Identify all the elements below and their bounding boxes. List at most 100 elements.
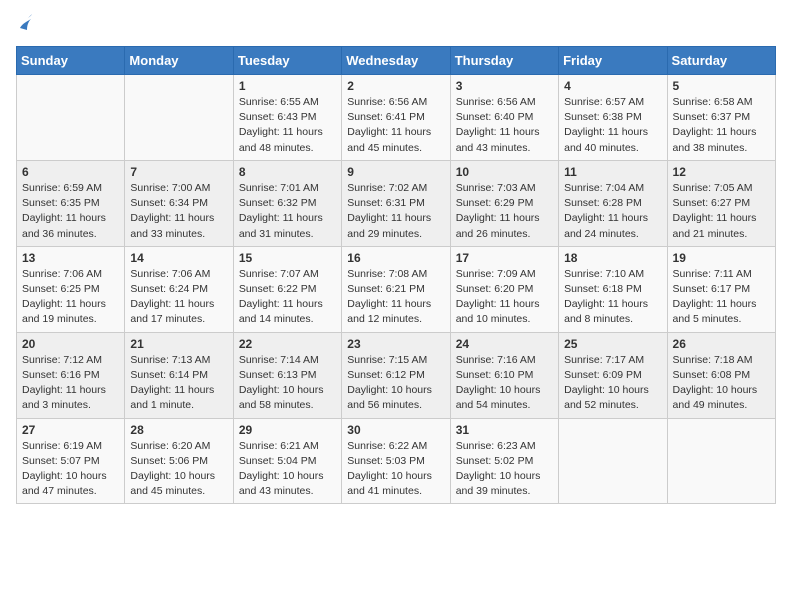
day-number: 8	[239, 165, 336, 179]
weekday-header-thursday: Thursday	[450, 47, 558, 75]
day-number: 31	[456, 423, 553, 437]
day-number: 19	[673, 251, 770, 265]
calendar-cell: 1Sunrise: 6:55 AMSunset: 6:43 PMDaylight…	[233, 75, 341, 161]
day-number: 21	[130, 337, 227, 351]
day-number: 11	[564, 165, 661, 179]
weekday-header-saturday: Saturday	[667, 47, 775, 75]
day-number: 12	[673, 165, 770, 179]
weekday-header-friday: Friday	[559, 47, 667, 75]
day-number: 7	[130, 165, 227, 179]
day-info: Sunrise: 7:18 AMSunset: 6:08 PMDaylight:…	[673, 353, 770, 414]
calendar-cell: 15 Sunrise: 7:07 AMSunset: 6:22 PMDayligh…	[233, 246, 341, 332]
calendar-cell: 6 Sunrise: 6:59 AMSunset: 6:35 PMDaylight…	[17, 160, 125, 246]
day-number: 15	[239, 251, 336, 265]
day-info: Sunrise: 7:11 AMSunset: 6:17 PMDaylight:…	[673, 267, 770, 328]
calendar-cell: 5Sunrise: 6:58 AMSunset: 6:37 PMDaylight…	[667, 75, 775, 161]
calendar-cell: 22 Sunrise: 7:14 AMSunset: 6:13 PMDayligh…	[233, 332, 341, 418]
calendar-cell: 21 Sunrise: 7:13 AMSunset: 6:14 PMDayligh…	[125, 332, 233, 418]
weekday-header-monday: Monday	[125, 47, 233, 75]
day-number: 10	[456, 165, 553, 179]
calendar-cell: 14Sunrise: 7:06 AMSunset: 6:24 PMDayligh…	[125, 246, 233, 332]
calendar-cell: 28 Sunrise: 6:20 AMSunset: 5:06 PMDayligh…	[125, 418, 233, 504]
calendar-cell: 17 Sunrise: 7:09 AMSunset: 6:20 PMDayligh…	[450, 246, 558, 332]
day-info: Sunrise: 7:13 AMSunset: 6:14 PMDaylight:…	[130, 353, 227, 414]
day-info: Sunrise: 7:06 AMSunset: 6:25 PMDaylight:…	[22, 267, 119, 328]
day-info: Sunrise: 7:04 AMSunset: 6:28 PMDaylight:…	[564, 181, 661, 242]
day-info: Sunrise: 7:14 AMSunset: 6:13 PMDaylight:…	[239, 353, 336, 414]
day-info: Sunrise: 7:00 AMSunset: 6:34 PMDaylight:…	[130, 181, 227, 242]
day-info: Sunrise: 7:10 AMSunset: 6:18 PMDaylight:…	[564, 267, 661, 328]
day-number: 13	[22, 251, 119, 265]
calendar-week-1: 1Sunrise: 6:55 AMSunset: 6:43 PMDaylight…	[17, 75, 776, 161]
day-number: 18	[564, 251, 661, 265]
calendar-cell: 27Sunrise: 6:19 AMSunset: 5:07 PMDayligh…	[17, 418, 125, 504]
calendar-cell: 25 Sunrise: 7:17 AMSunset: 6:09 PMDayligh…	[559, 332, 667, 418]
day-info: Sunrise: 6:19 AMSunset: 5:07 PMDaylight:…	[22, 439, 119, 500]
day-number: 28	[130, 423, 227, 437]
calendar-cell: 19 Sunrise: 7:11 AMSunset: 6:17 PMDayligh…	[667, 246, 775, 332]
weekday-header-tuesday: Tuesday	[233, 47, 341, 75]
calendar-cell: 13 Sunrise: 7:06 AMSunset: 6:25 PMDayligh…	[17, 246, 125, 332]
day-info: Sunrise: 7:02 AMSunset: 6:31 PMDaylight:…	[347, 181, 444, 242]
calendar-week-4: 20 Sunrise: 7:12 AMSunset: 6:16 PMDayligh…	[17, 332, 776, 418]
calendar-cell: 18 Sunrise: 7:10 AMSunset: 6:18 PMDayligh…	[559, 246, 667, 332]
day-number: 23	[347, 337, 444, 351]
calendar-cell: 8 Sunrise: 7:01 AMSunset: 6:32 PMDaylight…	[233, 160, 341, 246]
day-info: Sunrise: 7:05 AMSunset: 6:27 PMDaylight:…	[673, 181, 770, 242]
day-info: Sunrise: 7:01 AMSunset: 6:32 PMDaylight:…	[239, 181, 336, 242]
calendar-cell: 16Sunrise: 7:08 AMSunset: 6:21 PMDayligh…	[342, 246, 450, 332]
day-info: Sunrise: 6:23 AMSunset: 5:02 PMDaylight:…	[456, 439, 553, 500]
logo	[16, 16, 32, 34]
calendar-cell: 4 Sunrise: 6:57 AMSunset: 6:38 PMDaylight…	[559, 75, 667, 161]
calendar-cell: 30 Sunrise: 6:22 AMSunset: 5:03 PMDayligh…	[342, 418, 450, 504]
calendar-cell: 31 Sunrise: 6:23 AMSunset: 5:02 PMDayligh…	[450, 418, 558, 504]
day-info: Sunrise: 7:17 AMSunset: 6:09 PMDaylight:…	[564, 353, 661, 414]
day-number: 22	[239, 337, 336, 351]
logo-bird-icon	[18, 14, 32, 32]
day-number: 30	[347, 423, 444, 437]
day-info: Sunrise: 6:59 AMSunset: 6:35 PMDaylight:…	[22, 181, 119, 242]
day-info: Sunrise: 6:22 AMSunset: 5:03 PMDaylight:…	[347, 439, 444, 500]
day-number: 4	[564, 79, 661, 93]
day-info: Sunrise: 7:12 AMSunset: 6:16 PMDaylight:…	[22, 353, 119, 414]
weekday-header-wednesday: Wednesday	[342, 47, 450, 75]
calendar-cell: 7 Sunrise: 7:00 AMSunset: 6:34 PMDaylight…	[125, 160, 233, 246]
calendar-cell	[559, 418, 667, 504]
day-info: Sunrise: 6:56 AMSunset: 6:41 PMDaylight:…	[347, 95, 444, 156]
day-info: Sunrise: 6:20 AMSunset: 5:06 PMDaylight:…	[130, 439, 227, 500]
calendar-week-3: 13 Sunrise: 7:06 AMSunset: 6:25 PMDayligh…	[17, 246, 776, 332]
day-info: Sunrise: 7:15 AMSunset: 6:12 PMDaylight:…	[347, 353, 444, 414]
day-number: 25	[564, 337, 661, 351]
day-number: 6	[22, 165, 119, 179]
calendar-cell: 9 Sunrise: 7:02 AMSunset: 6:31 PMDaylight…	[342, 160, 450, 246]
day-number: 17	[456, 251, 553, 265]
day-number: 26	[673, 337, 770, 351]
day-info: Sunrise: 7:07 AMSunset: 6:22 PMDaylight:…	[239, 267, 336, 328]
day-info: Sunrise: 6:57 AMSunset: 6:38 PMDaylight:…	[564, 95, 661, 156]
day-info: Sunrise: 6:21 AMSunset: 5:04 PMDaylight:…	[239, 439, 336, 500]
calendar-week-2: 6 Sunrise: 6:59 AMSunset: 6:35 PMDaylight…	[17, 160, 776, 246]
calendar-cell: 26 Sunrise: 7:18 AMSunset: 6:08 PMDayligh…	[667, 332, 775, 418]
day-number: 9	[347, 165, 444, 179]
day-info: Sunrise: 7:16 AMSunset: 6:10 PMDaylight:…	[456, 353, 553, 414]
calendar-cell: 24Sunrise: 7:16 AMSunset: 6:10 PMDayligh…	[450, 332, 558, 418]
day-info: Sunrise: 7:03 AMSunset: 6:29 PMDaylight:…	[456, 181, 553, 242]
calendar-cell: 10 Sunrise: 7:03 AMSunset: 6:29 PMDayligh…	[450, 160, 558, 246]
day-number: 5	[673, 79, 770, 93]
calendar-cell	[17, 75, 125, 161]
day-number: 2	[347, 79, 444, 93]
day-info: Sunrise: 7:09 AMSunset: 6:20 PMDaylight:…	[456, 267, 553, 328]
page-header	[16, 16, 776, 34]
day-number: 1	[239, 79, 336, 93]
day-number: 3	[456, 79, 553, 93]
calendar-cell: 3Sunrise: 6:56 AMSunset: 6:40 PMDaylight…	[450, 75, 558, 161]
calendar-cell: 29 Sunrise: 6:21 AMSunset: 5:04 PMDayligh…	[233, 418, 341, 504]
day-number: 20	[22, 337, 119, 351]
calendar-cell: 2 Sunrise: 6:56 AMSunset: 6:41 PMDaylight…	[342, 75, 450, 161]
calendar-cell: 11 Sunrise: 7:04 AMSunset: 6:28 PMDayligh…	[559, 160, 667, 246]
calendar-cell: 23 Sunrise: 7:15 AMSunset: 6:12 PMDayligh…	[342, 332, 450, 418]
day-number: 29	[239, 423, 336, 437]
calendar-cell	[667, 418, 775, 504]
calendar-week-5: 27Sunrise: 6:19 AMSunset: 5:07 PMDayligh…	[17, 418, 776, 504]
calendar-cell	[125, 75, 233, 161]
